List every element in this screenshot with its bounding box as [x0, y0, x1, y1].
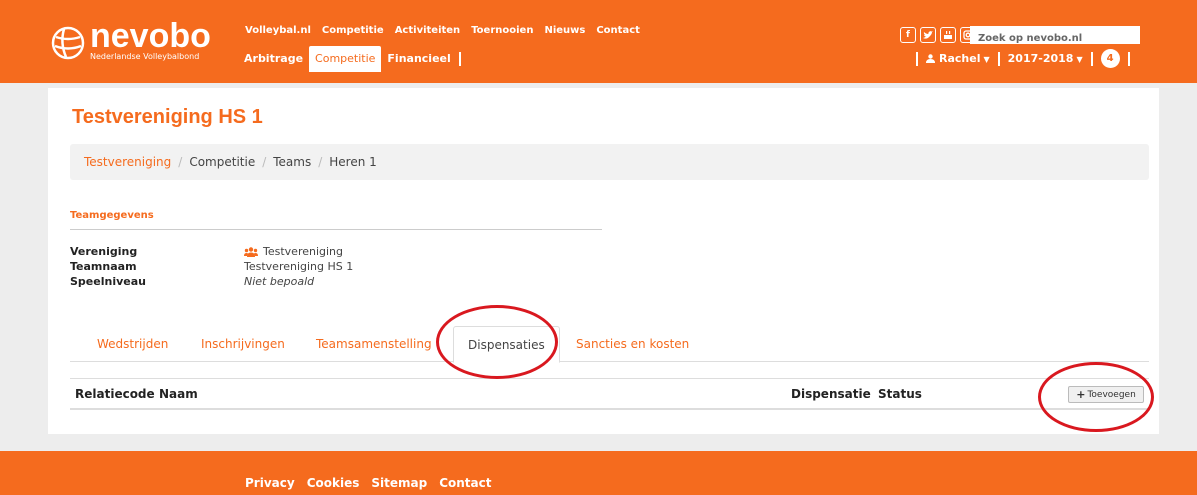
detail-label: Vereniging	[70, 245, 138, 258]
detail-label: Speelniveau	[70, 275, 146, 288]
social-links: f	[900, 27, 976, 43]
season-value: 2017-2018	[1007, 52, 1074, 65]
tab-dispensaties[interactable]: Dispensaties	[453, 326, 560, 363]
footer-navigation: Privacy Cookies Sitemap Contact	[245, 476, 503, 490]
section-title: Teamgegevens	[70, 210, 154, 221]
breadcrumb: Testvereniging / Competitie / Teams / He…	[70, 144, 1149, 180]
detail-row: Speelniveau Niet bepoald	[70, 274, 353, 289]
main-card: Testvereniging HS 1 Testvereniging / Com…	[48, 88, 1159, 434]
usernav-divider	[1090, 51, 1093, 66]
user-icon	[926, 54, 935, 63]
col-dispensatie: Dispensatie	[791, 387, 871, 401]
nav-toernooien[interactable]: Toernooien	[471, 25, 533, 36]
col-relatiecode: Relatiecode	[75, 387, 155, 401]
footer-sitemap[interactable]: Sitemap	[371, 476, 427, 490]
vereniging-value: Testvereniging	[263, 245, 344, 258]
breadcrumb-teams: Teams	[273, 155, 312, 169]
search-box	[970, 26, 1140, 48]
nav-nieuws[interactable]: Nieuws	[544, 25, 585, 36]
footer-cookies[interactable]: Cookies	[307, 476, 360, 490]
tab-inschrijvingen[interactable]: Inschrijvingen	[201, 326, 285, 362]
detail-value: Testvereniging	[244, 244, 343, 259]
plus-icon: +	[1076, 388, 1086, 401]
user-menu[interactable]: Rachel ▼	[926, 52, 990, 65]
team-details: Vereniging Testvereniging Teamnaam Testv…	[70, 244, 353, 289]
tab-teamsamenstelling[interactable]: Teamsamenstelling	[316, 326, 432, 362]
page-title: Testvereniging HS 1	[72, 106, 263, 128]
nav-activiteiten[interactable]: Activiteiten	[395, 25, 461, 36]
subnav-competitie[interactable]: Competitie	[309, 46, 382, 72]
usernav-divider	[997, 51, 1000, 66]
col-naam: Naam	[159, 387, 198, 401]
season-selector[interactable]: 2017-2018 ▼	[1008, 52, 1083, 65]
detail-row: Vereniging Testvereniging	[70, 244, 353, 259]
add-button[interactable]: + Toevoegen	[1068, 386, 1144, 403]
volleyball-icon	[50, 25, 86, 61]
detail-label: Teamnaam	[70, 260, 137, 273]
user-name: Rachel	[939, 52, 981, 65]
site-header: nevobo Nederlandse Volleybalbond Volleyb…	[0, 0, 1197, 83]
footer-privacy[interactable]: Privacy	[245, 476, 295, 490]
tab-wedstrijden[interactable]: Wedstrijden	[97, 326, 168, 362]
usernav-divider	[916, 51, 918, 66]
twitter-icon[interactable]	[920, 27, 936, 43]
tab-sancties[interactable]: Sancties en kosten	[576, 326, 689, 362]
chevron-down-icon: ▼	[1076, 55, 1083, 64]
col-status: Status	[878, 387, 922, 401]
nav-volleybal[interactable]: Volleybal.nl	[245, 25, 311, 36]
nav-contact[interactable]: Contact	[596, 25, 640, 36]
breadcrumb-competitie: Competitie	[189, 155, 256, 169]
sub-navigation: Arbitrage Competitie Financieel	[238, 46, 461, 72]
notification-badge[interactable]: 4	[1100, 49, 1120, 68]
breadcrumb-testvereniging[interactable]: Testvereniging	[84, 155, 171, 169]
subnav-financieel[interactable]: Financieel	[381, 46, 456, 72]
speelniveau-value: Niet bepoald	[244, 275, 315, 288]
add-button-label: Toevoegen	[1087, 389, 1136, 400]
section-divider	[70, 229, 602, 230]
teamnaam-value: Testvereniging HS 1	[244, 260, 354, 273]
search-input[interactable]	[970, 29, 1140, 48]
nevobo-logo[interactable]: nevobo Nederlandse Volleybalbond	[50, 17, 211, 66]
user-navigation: Rachel ▼ 2017-2018 ▼ 4	[908, 49, 1138, 68]
subnav-arbitrage[interactable]: Arbitrage	[238, 46, 309, 72]
facebook-icon[interactable]: f	[900, 27, 916, 43]
tab-bar: Wedstrijden Inschrijvingen Teamsamenstel…	[70, 326, 1149, 363]
table-header: Relatiecode Naam Dispensatie Status + Toe…	[70, 378, 1149, 410]
nav-competitie[interactable]: Competitie	[322, 25, 384, 36]
subnav-divider	[458, 52, 461, 66]
breadcrumb-heren: Heren 1	[329, 155, 377, 169]
logo-subtitle: Nederlandse Volleybalbond	[90, 52, 200, 61]
usernav-divider	[1127, 51, 1130, 66]
youtube-icon[interactable]	[940, 27, 956, 43]
detail-row: Teamnaam Testvereniging HS 1	[70, 259, 353, 274]
site-footer: Privacy Cookies Sitemap Contact	[0, 451, 1197, 495]
chevron-down-icon: ▼	[983, 55, 990, 64]
logo-wordmark: nevobo	[90, 17, 211, 55]
top-navigation: Volleybal.nl Competitie Activiteiten Toe…	[245, 25, 651, 36]
footer-contact[interactable]: Contact	[439, 476, 491, 490]
users-icon	[244, 246, 258, 257]
